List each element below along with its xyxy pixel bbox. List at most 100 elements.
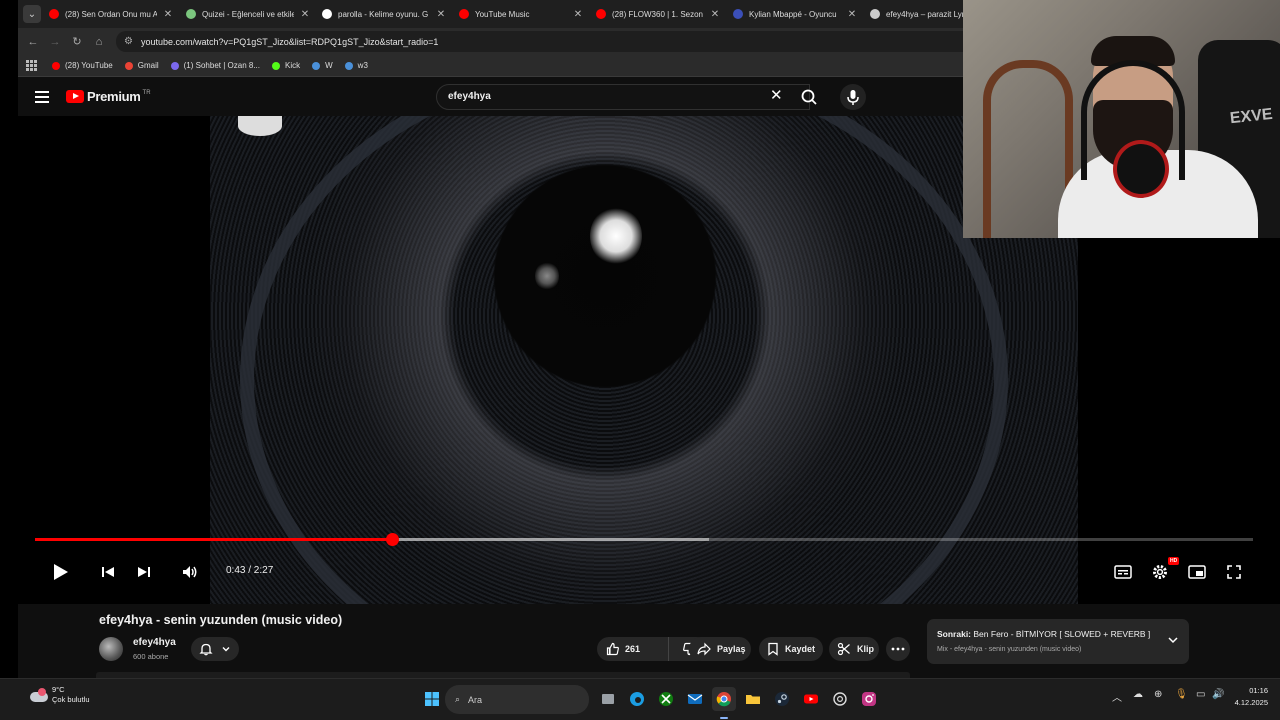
- tab-close-icon[interactable]: ✕: [436, 9, 446, 20]
- subscriber-count: 600 abone: [133, 652, 169, 661]
- network-icon[interactable]: ▭: [1196, 689, 1205, 700]
- chevron-up-icon[interactable]: ︿: [1112, 689, 1122, 704]
- fullscreen-button[interactable]: [1222, 560, 1246, 584]
- bookmark-favicon-icon: [170, 61, 179, 70]
- xbox-button[interactable]: [654, 687, 678, 711]
- bookmark-item[interactable]: Gmail: [124, 61, 159, 70]
- browser-tab[interactable]: (28) FLOW360 | 1. Sezon ✕: [596, 4, 720, 24]
- start-button[interactable]: [420, 687, 444, 711]
- tab-close-icon[interactable]: ✕: [573, 9, 583, 20]
- search-button[interactable]: [794, 84, 824, 110]
- channel-name[interactable]: efey4hya: [133, 637, 176, 648]
- youtube-logo[interactable]: Premium TR: [66, 89, 151, 104]
- save-button[interactable]: Kaydet: [759, 637, 823, 661]
- bookmark-favicon-icon: [52, 61, 60, 70]
- clock-time: 01:16: [1249, 686, 1268, 695]
- onedrive-icon[interactable]: ☁: [1133, 689, 1143, 700]
- cloud-icon: [30, 688, 48, 702]
- instagram-button[interactable]: [857, 687, 881, 711]
- subtitles-button[interactable]: [1111, 560, 1135, 584]
- openai-icon: [833, 692, 847, 706]
- tab-favicon-icon: [49, 9, 59, 19]
- bookmark-label: Gmail: [137, 61, 159, 70]
- tab-search-button[interactable]: ⌄: [23, 5, 41, 23]
- apps-grid-icon[interactable]: [26, 59, 38, 72]
- share-button[interactable]: Paylaş: [689, 637, 751, 661]
- weather-widget[interactable]: 9°C Çok bulutlu: [30, 685, 90, 705]
- bookmark-item[interactable]: Kick: [271, 61, 300, 70]
- edge-button[interactable]: [625, 687, 649, 711]
- like-button[interactable]: 261: [597, 637, 669, 661]
- speaker-highlight: [590, 206, 642, 266]
- progress-bar[interactable]: [35, 533, 1253, 546]
- chrome-icon: [716, 692, 731, 707]
- time-display: 0:43 / 2:27: [226, 565, 274, 576]
- youtube-app-button[interactable]: [799, 687, 823, 711]
- site-info-icon[interactable]: ⚙: [124, 36, 133, 47]
- openai-button[interactable]: [828, 687, 852, 711]
- chrome-button[interactable]: [712, 687, 736, 711]
- url-field[interactable]: ⚙ youtube.com/watch?v=PQ1gST_Jizo&list=R…: [116, 31, 976, 52]
- tab-title: Kylian Mbappé - Oyuncu: [749, 9, 837, 19]
- more-actions-button[interactable]: [886, 637, 910, 661]
- channel-avatar[interactable]: [99, 637, 123, 661]
- mic-icon: [847, 90, 859, 105]
- back-icon[interactable]: ←: [22, 36, 44, 48]
- voice-search-button[interactable]: [840, 84, 866, 110]
- logo-text: Premium: [87, 89, 141, 104]
- reload-icon[interactable]: ↻: [66, 35, 88, 48]
- browser-tab[interactable]: Kylian Mbappé - Oyuncu ✕: [733, 4, 857, 24]
- forward-icon[interactable]: →: [44, 36, 66, 48]
- clear-search-icon[interactable]: ✕: [770, 86, 783, 104]
- expand-button[interactable]: [1167, 633, 1179, 651]
- bookmark-label: w3: [357, 61, 368, 70]
- weather-condition: Çok bulutlu: [52, 695, 90, 704]
- browser-tab[interactable]: YouTube Music ✕: [459, 4, 583, 24]
- up-next-card[interactable]: Sonraki: Ben Fero - BİTMİYOR [ SLOWED + …: [927, 619, 1189, 664]
- speaker-icon[interactable]: 🔊: [1212, 689, 1224, 700]
- notification-button[interactable]: [191, 637, 239, 661]
- bookmark-item[interactable]: (28) YouTube: [52, 61, 113, 70]
- steam-button[interactable]: [770, 687, 794, 711]
- folder-icon: [746, 695, 760, 704]
- play-button[interactable]: [48, 560, 72, 584]
- bookmark-item[interactable]: w3: [344, 61, 368, 70]
- taskbar-search[interactable]: ⌕ Ara: [445, 685, 589, 714]
- file-explorer-button[interactable]: [741, 687, 765, 711]
- hd-badge: HD: [1168, 557, 1180, 565]
- task-view-button[interactable]: [596, 687, 620, 711]
- share-label: Paylaş: [717, 644, 746, 654]
- up-next-playlist: Mix - efey4hya - senin yuzunden (music v…: [937, 646, 1082, 653]
- like-count: 261: [625, 644, 641, 654]
- tab-favicon-icon: [459, 9, 469, 19]
- bookmark-label: W: [325, 61, 333, 70]
- tab-close-icon[interactable]: ✕: [710, 9, 720, 20]
- browser-tab[interactable]: efey4hya – parazit Lyric: [870, 4, 978, 24]
- clip-button[interactable]: Klip: [829, 637, 879, 661]
- browser-tab[interactable]: (28) Sen Ordan Onu mu Ar ✕: [49, 4, 173, 24]
- tab-close-icon[interactable]: ✕: [300, 9, 310, 20]
- outlook-button[interactable]: [683, 687, 707, 711]
- search-input[interactable]: efey4hya: [436, 84, 810, 110]
- security-icon[interactable]: ⊕: [1154, 689, 1162, 700]
- search-icon: ⌕: [455, 694, 461, 704]
- microphone-icon[interactable]: 🎙: [1175, 689, 1188, 700]
- home-icon[interactable]: ⌂: [88, 36, 110, 48]
- browser-tab[interactable]: parolla - Kelime oyunu. G ✕: [322, 4, 446, 24]
- bookmark-item[interactable]: (1) Sohbet | Ozan 8...: [170, 61, 260, 70]
- progress-scrubber[interactable]: [385, 533, 399, 546]
- next-button[interactable]: [132, 560, 156, 584]
- scissors-icon: [837, 642, 850, 656]
- instagram-icon: [862, 692, 876, 706]
- volume-button[interactable]: [178, 560, 202, 584]
- bookmark-favicon-icon: [312, 61, 321, 70]
- miniplayer-button[interactable]: [1185, 560, 1209, 584]
- tab-title: YouTube Music: [475, 9, 530, 19]
- tab-close-icon[interactable]: ✕: [847, 9, 857, 20]
- previous-button[interactable]: [96, 560, 120, 584]
- menu-icon[interactable]: [35, 91, 49, 103]
- system-clock[interactable]: 01:16 4.12.2025: [1232, 685, 1268, 709]
- tab-close-icon[interactable]: ✕: [163, 9, 173, 20]
- bookmark-item[interactable]: W: [312, 61, 333, 70]
- browser-tab[interactable]: Quizei - Eğlenceli ve etkile ✕: [186, 4, 310, 24]
